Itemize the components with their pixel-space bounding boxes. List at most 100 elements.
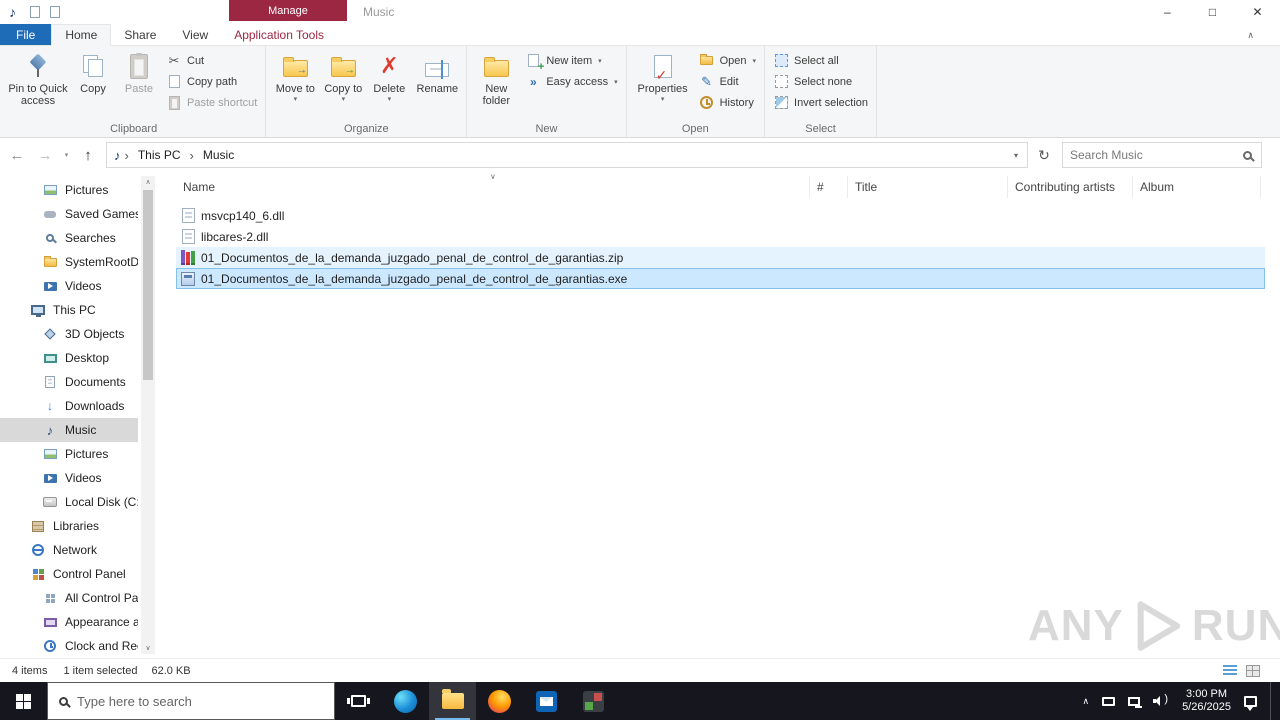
easy-access-button[interactable]: » Easy access ▾ <box>521 71 621 92</box>
page-icon <box>168 75 180 88</box>
quick-access-toolbar-icon-2[interactable] <box>45 3 65 21</box>
column-header-contributing-artists[interactable]: Contributing artists <box>1008 176 1133 198</box>
sidebar-item-network[interactable]: Network <box>0 538 138 562</box>
sort-indicator-icon[interactable]: ∨ <box>490 172 496 181</box>
select-none-button[interactable]: Select none <box>769 71 872 92</box>
scroll-down-icon[interactable]: ∨ <box>145 642 150 654</box>
tab-application-tools[interactable]: Application Tools <box>221 24 337 45</box>
file-row-msvcp140[interactable]: msvcp140_6.dll <box>176 205 1265 226</box>
start-button[interactable] <box>0 682 47 720</box>
file-row-zip[interactable]: 01_Documentos_de_la_demanda_juzgado_pena… <box>176 247 1265 268</box>
invert-selection-button[interactable]: Invert selection <box>769 92 872 113</box>
paste-button[interactable]: Paste <box>116 48 162 95</box>
forward-button[interactable]: → <box>32 142 58 168</box>
sidebar-item-downloads[interactable]: ↓ Downloads <box>0 394 138 418</box>
sidebar-item-videos[interactable]: Videos <box>0 274 138 298</box>
pin-to-quick-access-button[interactable]: Pin to Quick access <box>6 48 70 107</box>
edge-icon <box>394 689 417 713</box>
file-row-libcares[interactable]: libcares-2.dll <box>176 226 1265 247</box>
sidebar-item-music[interactable]: ♪ Music <box>0 418 138 442</box>
sidebar-item-pictures-2[interactable]: Pictures <box>0 442 138 466</box>
paste-shortcut-button[interactable]: Paste shortcut <box>162 92 261 113</box>
sidebar-item-saved-games[interactable]: Saved Games <box>0 202 138 226</box>
taskbar-outlook-button[interactable] <box>523 682 570 720</box>
copy-to-button[interactable]: → Copy to ▾ <box>320 48 366 104</box>
properties-button[interactable]: ✓ Properties ▾ <box>631 48 695 104</box>
tab-share[interactable]: Share <box>111 24 169 45</box>
details-view-button[interactable] <box>1223 665 1237 676</box>
close-button[interactable]: ✕ <box>1235 0 1280 24</box>
copy-path-button[interactable]: Copy path <box>162 71 261 92</box>
search-icon[interactable] <box>1243 150 1252 160</box>
sidebar-item-label: SystemRootDo <box>65 255 138 269</box>
address-dropdown-icon[interactable]: ▾ <box>1014 151 1025 160</box>
open-button[interactable]: Open ▾ <box>695 50 760 71</box>
action-center-icon[interactable] <box>1244 695 1257 711</box>
sidebar-item-libraries[interactable]: Libraries <box>0 514 138 538</box>
sidebar-item-this-pc[interactable]: This PC <box>0 298 138 322</box>
maximize-button[interactable]: □ <box>1190 0 1235 24</box>
rename-button[interactable]: Rename <box>412 48 462 95</box>
sidebar-item-searches[interactable]: Searches <box>0 226 138 250</box>
taskbar-search-input[interactable] <box>77 693 323 709</box>
taskbar-edge-button[interactable] <box>382 682 429 720</box>
history-button[interactable]: History <box>695 92 760 113</box>
search-input[interactable] <box>1070 148 1243 162</box>
address-bar[interactable]: ♪ › This PC › Music ▾ <box>106 142 1028 168</box>
move-to-button[interactable]: → Move to ▾ <box>270 48 320 104</box>
sidebar-item-pictures[interactable]: Pictures <box>0 178 138 202</box>
taskbar-firefox-button[interactable] <box>476 682 523 720</box>
navigation-pane: Pictures Saved Games Searches SystemRoot… <box>0 172 160 658</box>
tab-view[interactable]: View <box>169 24 221 45</box>
sidebar-item-3d-objects[interactable]: 3D Objects <box>0 322 138 346</box>
large-icons-view-button[interactable] <box>1246 664 1260 677</box>
sidebar-item-control-panel[interactable]: Control Panel <box>0 562 138 586</box>
sidebar-item-desktop[interactable]: Desktop <box>0 346 138 370</box>
cut-button[interactable]: ✂ Cut <box>162 50 261 71</box>
delete-button[interactable]: ✗ Delete ▾ <box>366 48 412 104</box>
sidebar-item-documents[interactable]: Documents <box>0 370 138 394</box>
taskbar-file-explorer-button[interactable] <box>429 682 476 720</box>
taskbar-app-button[interactable] <box>570 682 617 720</box>
recent-locations-dropdown-icon[interactable]: ▾ <box>60 142 73 168</box>
sidebar-item-systemrootdo[interactable]: SystemRootDo <box>0 250 138 274</box>
sidebar-item-videos-2[interactable]: Videos <box>0 466 138 490</box>
task-view-button[interactable] <box>335 682 382 720</box>
column-header-album[interactable]: Album <box>1133 176 1261 198</box>
edit-button[interactable]: ✎ Edit <box>695 71 760 92</box>
sidebar-item-clock-region[interactable]: Clock and Regi <box>0 634 138 658</box>
search-box[interactable] <box>1062 142 1262 168</box>
hidden-icons-chevron[interactable]: ∧ <box>1082 696 1089 707</box>
back-button[interactable]: ← <box>4 142 30 168</box>
sidebar-item-all-control-panel-items[interactable]: All Control Par <box>0 586 138 610</box>
taskbar-search[interactable] <box>47 682 335 720</box>
contextual-tab-group-manage[interactable]: Manage <box>229 0 347 21</box>
sidebar-scrollbar[interactable]: ∧ ∨ <box>141 176 155 654</box>
copy-button[interactable]: Copy <box>70 48 116 95</box>
refresh-icon[interactable]: ↻ <box>1030 142 1058 168</box>
select-all-button[interactable]: Select all <box>769 50 872 71</box>
column-header-number[interactable]: # <box>810 176 848 198</box>
breadcrumb-music[interactable]: Music <box>198 148 239 162</box>
tray-network-icon[interactable] <box>1128 696 1143 708</box>
scroll-up-icon[interactable]: ∧ <box>145 176 150 188</box>
scrollbar-thumb[interactable] <box>143 190 153 380</box>
tray-display-icon[interactable] <box>1102 696 1116 706</box>
file-row-exe-selected[interactable]: 01_Documentos_de_la_demanda_juzgado_pena… <box>176 268 1265 289</box>
tab-file[interactable]: File <box>0 24 52 45</box>
desktop-icon <box>42 350 58 366</box>
sidebar-item-local-disk-c[interactable]: Local Disk (C:) <box>0 490 138 514</box>
tab-home[interactable]: Home <box>51 24 112 46</box>
show-desktop-button[interactable] <box>1270 682 1275 720</box>
quick-access-toolbar-icon-1[interactable] <box>25 3 45 21</box>
breadcrumb-this-pc[interactable]: This PC <box>133 148 186 162</box>
new-folder-button[interactable]: New folder <box>471 48 521 107</box>
sidebar-item-appearance[interactable]: Appearance an <box>0 610 138 634</box>
up-button[interactable]: ↑ <box>75 142 101 168</box>
taskbar-clock[interactable]: 3:00 PM 5/26/2025 <box>1182 688 1231 714</box>
ribbon-collapse-icon[interactable]: ∧ <box>1247 30 1254 41</box>
column-header-title[interactable]: Title <box>848 176 1008 198</box>
tray-volume-icon[interactable]: ) <box>1153 693 1169 707</box>
minimize-button[interactable]: – <box>1145 0 1190 24</box>
new-item-button[interactable]: + New item ▾ <box>521 50 621 73</box>
